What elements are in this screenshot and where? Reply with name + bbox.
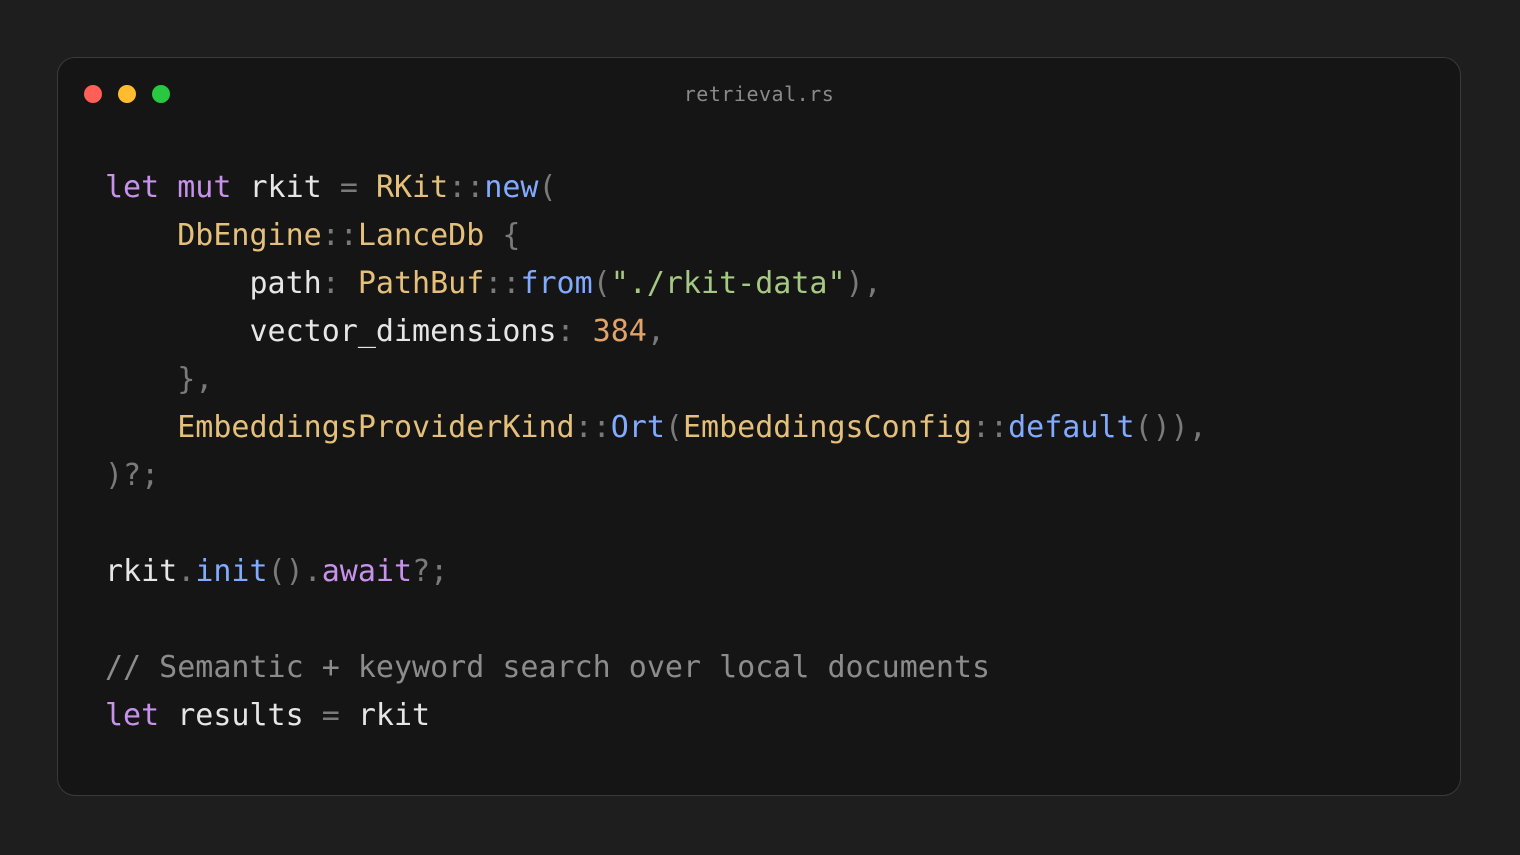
file-title: retrieval.rs <box>683 82 835 106</box>
code-token-punct: ()), <box>1134 410 1207 445</box>
code-token-punct: , <box>646 314 665 349</box>
code-token-ident: vector_dimensions <box>105 314 557 349</box>
code-token-comment: // Semantic + keyword search over local … <box>105 650 991 685</box>
code-token-ident <box>358 170 376 205</box>
code-token-punct: )?; <box>105 458 160 493</box>
code-token-ident: path <box>105 266 322 301</box>
code-token-ident: rkit <box>339 698 431 733</box>
code-token-punct: = <box>339 170 358 205</box>
code-line: )?; <box>105 452 1207 500</box>
code-line: rkit.init().await?; <box>105 548 1207 596</box>
code-token-type: LanceDb <box>357 218 485 253</box>
code-line: DbEngine::LanceDb { <box>105 212 1207 260</box>
code-token-ident <box>159 170 177 205</box>
code-token-function: Ort <box>610 410 665 445</box>
code-token-punct: :: <box>448 170 485 205</box>
code-token-punct: (). <box>267 554 322 589</box>
code-line: let results = rkit <box>105 692 1207 740</box>
code-token-punct: . <box>177 554 196 589</box>
code-editor[interactable]: let mut rkit = RKit::new( DbEngine::Lanc… <box>105 164 1207 740</box>
code-token-punct: :: <box>574 410 611 445</box>
code-token-ident: results <box>159 698 322 733</box>
code-token-number: 384 <box>592 314 647 349</box>
code-token-punct: :: <box>971 410 1009 445</box>
code-token-function: init <box>195 554 268 589</box>
code-token-ident: rkit <box>231 170 340 205</box>
code-token-string: "./rkit-data" <box>610 266 846 301</box>
code-token-ident <box>105 362 177 397</box>
code-window: retrieval.rs let mut rkit = RKit::new( D… <box>57 57 1461 796</box>
code-token-ident: rkit <box>105 554 178 589</box>
code-token-ident <box>340 266 358 301</box>
code-token-type: RKit <box>375 170 449 205</box>
code-token-punct: ( <box>538 170 557 205</box>
code-token-keyword: await <box>321 554 413 589</box>
code-token-type: PathBuf <box>357 266 485 301</box>
title-bar: retrieval.rs <box>58 58 1460 134</box>
code-line: // Semantic + keyword search over local … <box>105 644 1207 692</box>
code-token-ident <box>484 218 502 253</box>
code-line: let mut rkit = RKit::new( <box>105 164 1207 212</box>
code-token-keyword: let <box>105 170 160 205</box>
code-token-type: DbEngine <box>177 218 322 253</box>
code-token-punct: :: <box>321 218 358 253</box>
code-line: }, <box>105 356 1207 404</box>
code-token-punct: ( <box>592 266 611 301</box>
code-token-ident <box>105 218 177 253</box>
code-token-function: new <box>484 170 539 205</box>
code-token-ident <box>575 314 593 349</box>
code-token-punct: { <box>502 218 521 253</box>
code-token-keyword: let <box>105 698 160 733</box>
code-token-punct: ( <box>664 410 683 445</box>
code-token-function: default <box>1008 410 1135 445</box>
code-token-ident <box>105 410 177 445</box>
code-token-function: from <box>520 266 593 301</box>
code-token-punct: ), <box>845 266 882 301</box>
code-token-type: EmbeddingsProviderKind <box>177 410 575 445</box>
code-token-type: EmbeddingsConfig <box>682 410 972 445</box>
code-token-punct: }, <box>177 362 214 397</box>
code-line: EmbeddingsProviderKind::Ort(EmbeddingsCo… <box>105 404 1207 452</box>
code-token-punct: = <box>321 698 340 733</box>
code-token-punct: ?; <box>412 554 449 589</box>
code-token-punct: :: <box>484 266 521 301</box>
code-line: path: PathBuf::from("./rkit-data"), <box>105 260 1207 308</box>
code-token-punct: : <box>556 314 575 349</box>
code-line: vector_dimensions: 384, <box>105 308 1207 356</box>
code-token-keyword: mut <box>177 170 232 205</box>
code-token-punct: : <box>321 266 340 301</box>
